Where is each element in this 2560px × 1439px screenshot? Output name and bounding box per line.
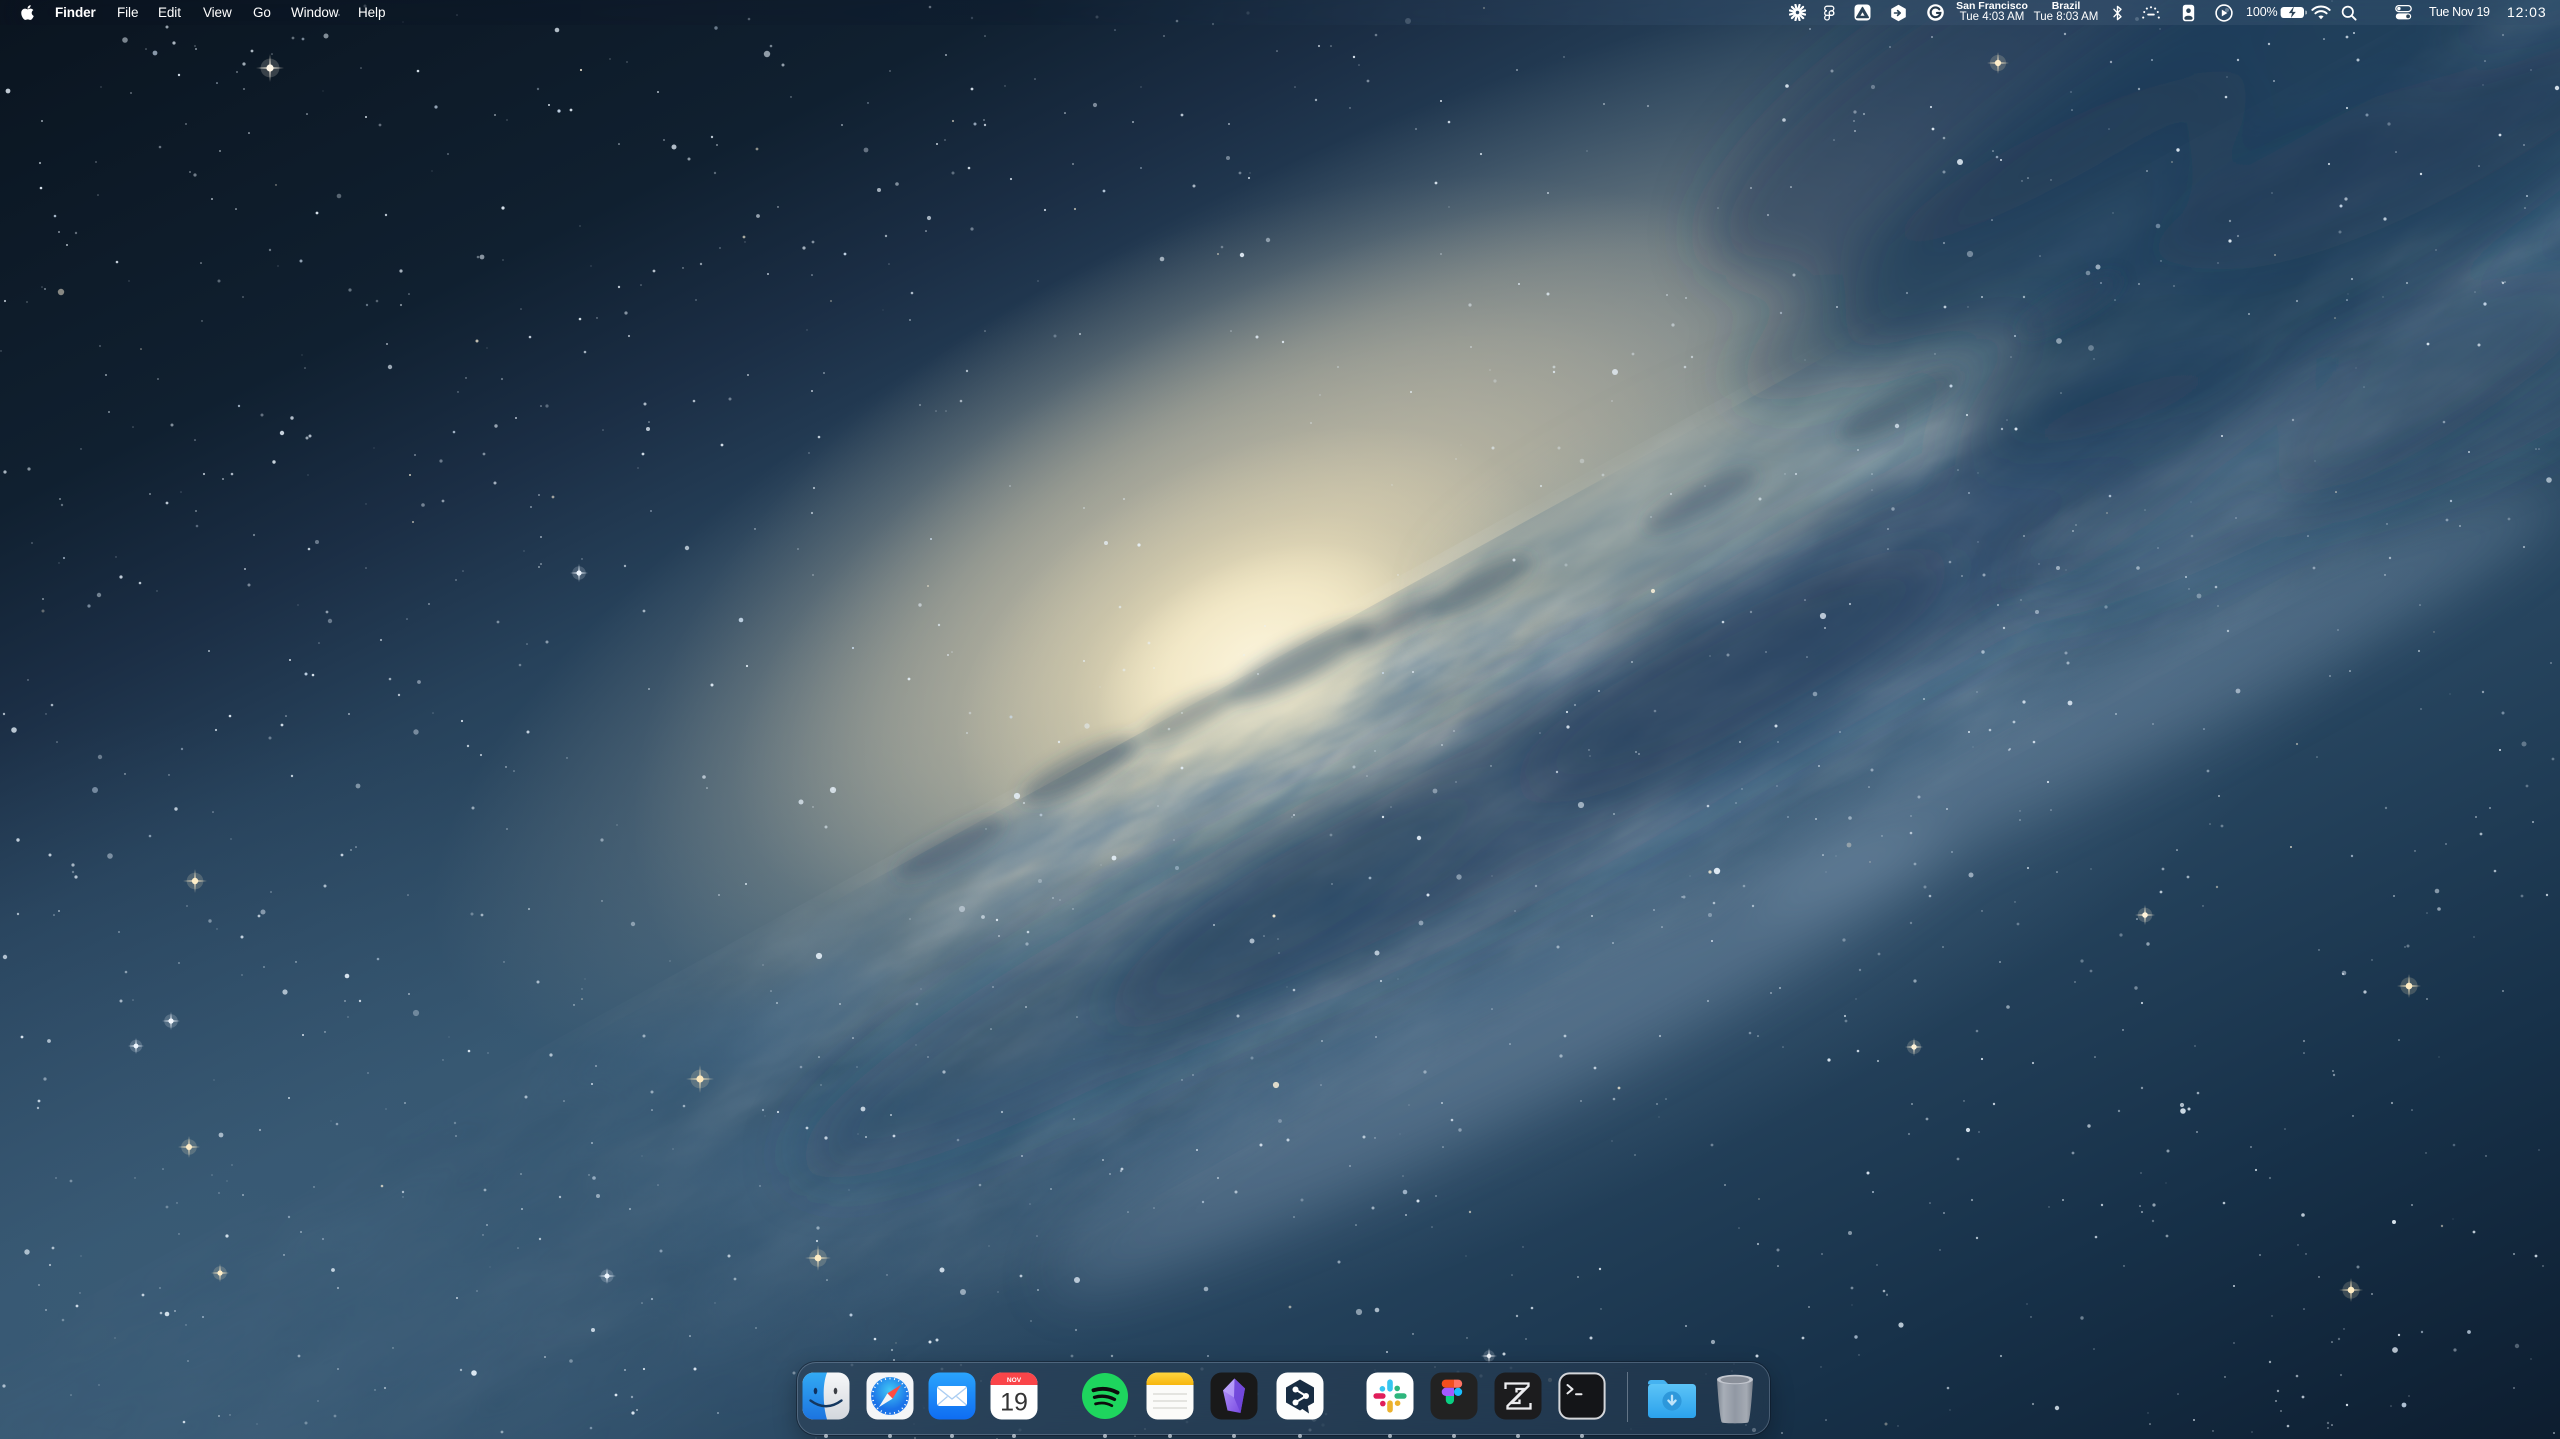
svg-text:NOV: NOV	[1007, 1377, 1022, 1384]
svg-text:19: 19	[1000, 1389, 1028, 1417]
